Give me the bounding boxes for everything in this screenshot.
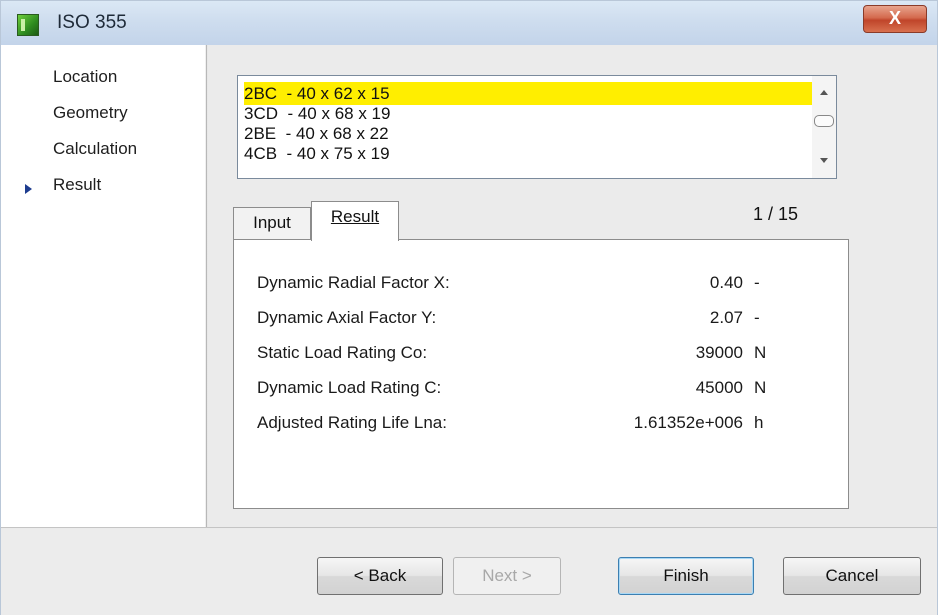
result-value: 0.40	[709, 273, 743, 292]
tab-result-label: Result	[330, 207, 380, 226]
active-step-arrow-icon	[25, 184, 32, 194]
dialog-window: ISO 355 X Location Geometry Calculation …	[0, 0, 938, 615]
result-label: Dynamic Load Rating C:	[257, 378, 442, 397]
app-icon	[17, 14, 39, 36]
close-icon: X	[888, 8, 901, 28]
bearing-listbox[interactable]: 2BC - 40 x 62 x 15 3CD - 40 x 68 x 19 2B…	[237, 75, 837, 179]
title-bar[interactable]: ISO 355 X	[1, 1, 937, 45]
window-title: ISO 355	[57, 12, 127, 33]
nav-item-calculation[interactable]: Calculation	[53, 139, 137, 159]
list-item[interactable]: 4CB - 40 x 75 x 19	[244, 142, 812, 165]
nav-item-geometry[interactable]: Geometry	[53, 103, 128, 123]
list-scrollbar[interactable]	[812, 76, 836, 178]
result-unit: N	[754, 343, 767, 362]
next-button[interactable]: Next >	[453, 557, 561, 595]
result-label: Dynamic Radial Factor X:	[257, 273, 450, 292]
close-button[interactable]: X	[863, 5, 927, 33]
result-unit: -	[754, 308, 760, 327]
cancel-button[interactable]: Cancel	[783, 557, 921, 595]
scroll-down-arrow-icon[interactable]	[820, 158, 828, 163]
result-value: 45000	[695, 378, 743, 397]
scroll-thumb[interactable]	[814, 115, 834, 127]
scroll-up-arrow-icon[interactable]	[820, 90, 828, 95]
result-value: 39000	[695, 343, 743, 362]
tab-result[interactable]: Result	[311, 201, 399, 241]
nav-item-result[interactable]: Result	[53, 175, 101, 195]
result-value: 2.07	[709, 308, 743, 327]
finish-button[interactable]: Finish	[618, 557, 754, 595]
result-unit: h	[754, 413, 764, 432]
result-label: Static Load Rating Co:	[257, 343, 428, 362]
page-count: 1 / 15	[753, 204, 799, 224]
wizard-nav: Location Geometry Calculation Result	[1, 45, 205, 527]
tab-input[interactable]: Input	[233, 207, 311, 239]
result-unit: -	[754, 273, 760, 292]
result-label: Adjusted Rating Life Lna:	[257, 413, 447, 432]
tab-input-label: Input	[253, 213, 291, 232]
back-button[interactable]: < Back	[317, 557, 443, 595]
result-unit: N	[754, 378, 767, 397]
result-value: 1.61352e+006	[633, 413, 743, 432]
result-label: Dynamic Axial Factor Y:	[257, 308, 437, 327]
nav-item-location[interactable]: Location	[53, 67, 117, 87]
